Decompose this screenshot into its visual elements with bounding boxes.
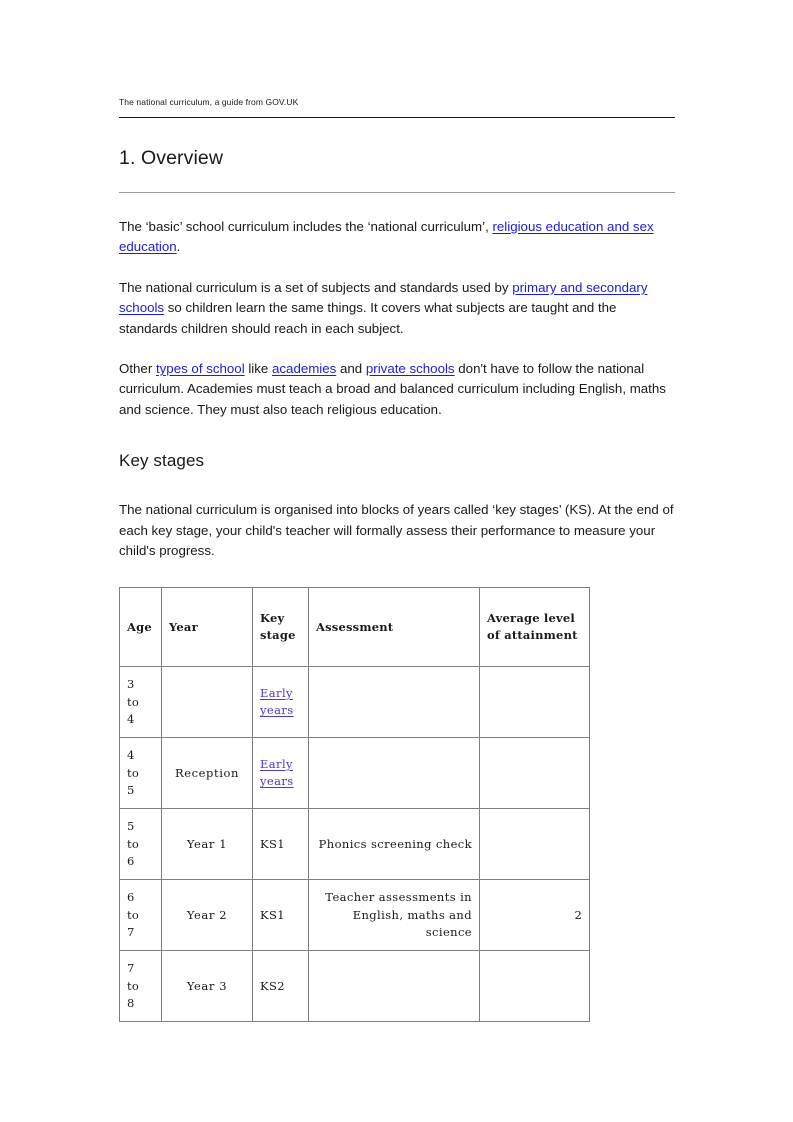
running-header: The national curriculum, a guide from GO…: [119, 97, 299, 107]
cell-average-level: [479, 950, 590, 1023]
column-header-year: Year: [161, 587, 253, 668]
title-divider: [119, 192, 675, 193]
age-from: 6: [127, 890, 135, 905]
link-early-years[interactable]: Early years: [260, 685, 301, 720]
cell-key-stage: KS1: [252, 808, 309, 881]
column-header-key-stage: Key stage: [252, 587, 309, 668]
age-until: 5: [127, 783, 135, 798]
table-head: Age Year Key stage Assessment Average le…: [119, 587, 590, 668]
cell-year: [161, 666, 253, 739]
cell-assessment: [308, 666, 480, 739]
cell-year: Year 2: [161, 879, 253, 952]
age-to-word: to: [127, 907, 139, 922]
age-to-word: to: [127, 694, 139, 709]
table-row: 3 to 4 Early years: [119, 666, 590, 739]
cell-age: 5 to 6: [119, 808, 162, 881]
paragraph-group: The ‘basic’ school curriculum includes t…: [119, 217, 675, 420]
age-until: 8: [127, 996, 135, 1011]
paragraph-4: The national curriculum is organised int…: [119, 502, 674, 559]
link-private-schools[interactable]: private schools: [366, 361, 455, 376]
paragraph-3: Other types of school like academies and…: [119, 359, 675, 420]
table-header-row: Age Year Key stage Assessment Average le…: [119, 587, 590, 668]
age-from: 3: [127, 677, 135, 692]
cell-assessment: [308, 737, 480, 810]
cell-average-level: [479, 737, 590, 810]
cell-key-stage: Early years: [252, 666, 309, 739]
paragraph-1: The ‘basic’ school curriculum includes t…: [119, 217, 675, 258]
paragraph-1-text-b: .: [176, 239, 181, 255]
age-to-word: to: [127, 765, 139, 780]
paragraph-2: The national curriculum is a set of subj…: [119, 278, 675, 339]
cell-assessment: Teacher assessments in English, maths an…: [308, 879, 480, 952]
cell-average-level: 2: [479, 879, 590, 952]
cell-average-level: [479, 666, 590, 739]
link-academies[interactable]: academies: [272, 361, 336, 376]
section-heading-key-stages: Key stages: [119, 451, 205, 471]
age-until: 7: [127, 925, 135, 940]
age-until: 4: [127, 712, 135, 727]
age-to-word: to: [127, 978, 139, 993]
age-to-word: to: [127, 836, 139, 851]
document-content: The national curriculum, a guide from GO…: [119, 96, 675, 1023]
cell-key-stage: KS1: [252, 879, 309, 952]
age-from: 5: [127, 819, 135, 834]
cell-assessment: Phonics screening check: [308, 808, 480, 881]
paragraph-3-text-a: Other: [119, 361, 156, 377]
paragraph-3-text-c: and: [336, 361, 366, 377]
column-header-average-level: Average level of attainment: [479, 587, 590, 668]
paragraph-2-text-a: The national curriculum is a set of subj…: [119, 279, 513, 295]
table-row: 5 to 6 Year 1 KS1 Phonics screening check: [119, 808, 590, 881]
cell-age: 4 to 5: [119, 737, 162, 810]
link-types-of-school[interactable]: types of school: [156, 361, 245, 376]
age-until: 6: [127, 854, 135, 869]
cell-average-level: [479, 808, 590, 881]
cell-age: 3 to 4: [119, 666, 162, 739]
cell-key-stage: KS2: [252, 950, 309, 1023]
cell-age: 7 to 8: [119, 950, 162, 1023]
paragraph-2-text-b: so children learn the same things. It co…: [119, 300, 617, 336]
key-stages-table-wrapper: Age Year Key stage Assessment Average le…: [119, 587, 675, 1023]
table-row: 4 to 5 Reception Early years: [119, 737, 590, 810]
cell-year: Year 1: [161, 808, 253, 881]
cell-year: Reception: [161, 737, 253, 810]
cell-key-stage: Early years: [252, 737, 309, 810]
cell-assessment: [308, 950, 480, 1023]
key-stages-table: Age Year Key stage Assessment Average le…: [119, 587, 590, 1023]
column-header-age: Age: [119, 587, 162, 668]
cell-year: Year 3: [161, 950, 253, 1023]
header-divider: [119, 117, 675, 118]
cell-age: 6 to 7: [119, 879, 162, 952]
column-header-assessment: Assessment: [308, 587, 480, 668]
age-from: 4: [127, 748, 135, 763]
table-body: 3 to 4 Early years 4 to 5 Reception Early years 5…: [119, 666, 590, 1023]
link-early-years[interactable]: Early years: [260, 756, 301, 791]
table-row: 7 to 8 Year 3 KS2: [119, 950, 590, 1023]
paragraph-1-text-a: The ‘basic’ school curriculum includes t…: [119, 219, 493, 234]
age-from: 7: [127, 961, 135, 976]
page-title: 1. Overview: [119, 147, 224, 169]
paragraph-3-text-b: like: [244, 361, 272, 377]
document-page: The national curriculum, a guide from GO…: [0, 0, 793, 1122]
table-row: 6 to 7 Year 2 KS1 Teacher assessments in Engl…: [119, 879, 590, 952]
